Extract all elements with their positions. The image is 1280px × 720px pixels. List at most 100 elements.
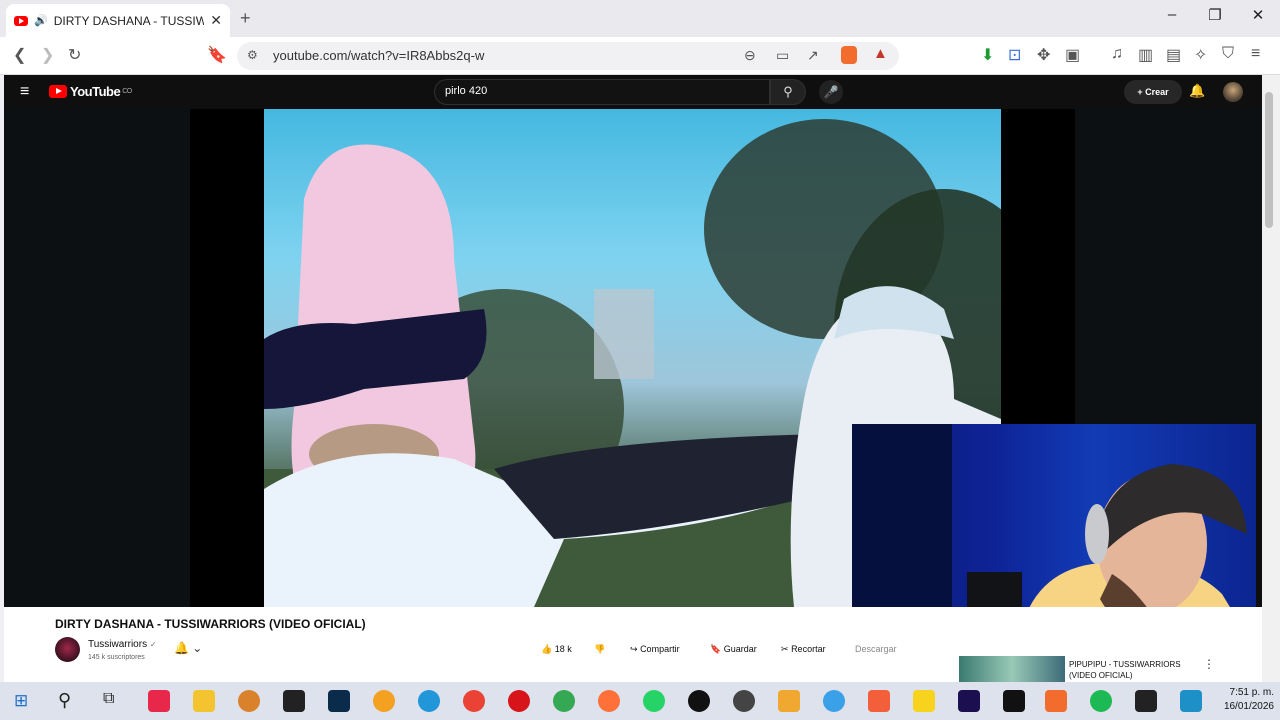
scissors-icon: ✂ — [781, 644, 789, 654]
chrome-icon-2[interactable] — [553, 690, 575, 712]
media-icon[interactable]: ♫ — [1111, 45, 1123, 63]
app-icon-4[interactable] — [823, 690, 845, 712]
file-explorer-icon[interactable] — [193, 690, 215, 712]
clock-date: 16/01/2026 — [1223, 701, 1274, 712]
scrollbar-thumb[interactable] — [1265, 92, 1273, 228]
extensions-icon[interactable]: ✥ — [1037, 45, 1050, 65]
back-icon[interactable]: ❮ — [13, 45, 26, 65]
voice-search-icon[interactable]: 🎤 — [819, 80, 843, 104]
restore-button[interactable]: ❐ — [1200, 6, 1230, 24]
account-avatar[interactable] — [1223, 82, 1243, 102]
create-button[interactable]: + Crear — [1124, 80, 1182, 104]
save-button[interactable]: 🔖 Guardar — [710, 644, 757, 655]
search-button[interactable]: ⚲ — [770, 79, 806, 105]
speaker-icon[interactable]: 🔊 — [34, 14, 48, 27]
leo-ai-icon[interactable]: ✧ — [1194, 45, 1207, 65]
forward-icon[interactable]: ❯ — [41, 45, 54, 65]
recommended-title-line1: PIPUPIPU - TUSSIWARRIORS — [1069, 660, 1181, 669]
channel-name-text[interactable]: Tussiwarriors — [88, 639, 147, 650]
search-input[interactable]: pirlo 420 — [434, 79, 770, 105]
channel-avatar[interactable] — [55, 637, 80, 662]
subscription-bell-button[interactable]: 🔔 ⌄ — [174, 641, 202, 655]
app-icon-2[interactable] — [688, 690, 710, 712]
reload-icon[interactable]: ↻ — [68, 45, 81, 65]
edge-icon[interactable] — [418, 690, 440, 712]
recommended-title-line2: (VIDEO OFICIAL) — [1069, 671, 1133, 680]
app-icon-6[interactable] — [1180, 690, 1202, 712]
youtube-logo[interactable]: YouTube CO — [49, 84, 132, 99]
verified-icon: ✓ — [149, 640, 157, 649]
recommended-title[interactable]: PIPUPIPU - TUSSIWARRIORS (VIDEO OFICIAL) — [1069, 659, 1181, 681]
recommended-thumbnail[interactable] — [959, 656, 1065, 682]
close-window-button[interactable]: ✕ — [1243, 6, 1273, 24]
share-icon[interactable]: ↗ — [807, 47, 819, 64]
dislike-button[interactable]: 👎 — [594, 644, 605, 655]
dislike-icon: 👎 — [594, 644, 606, 654]
ambient-left — [4, 109, 190, 607]
like-count: 18 k — [554, 644, 572, 654]
new-tab-button[interactable]: + — [240, 8, 251, 29]
app-icon-3[interactable] — [778, 690, 800, 712]
spotify-icon[interactable] — [1090, 690, 1112, 712]
brave-icon[interactable] — [1045, 690, 1067, 712]
wallet-icon[interactable]: ▤ — [1166, 45, 1181, 65]
cast-icon[interactable]: ▭ — [776, 47, 789, 64]
notifications-icon[interactable]: 🔔 — [1189, 83, 1205, 99]
youtube-logo-text: YouTube — [70, 84, 121, 99]
tab-title: DIRTY DASHANA - TUSSIWARRIORS — [53, 13, 205, 28]
download-button[interactable]: Descargar — [855, 644, 897, 654]
hamburger-menu-icon[interactable]: ≡ — [20, 83, 29, 101]
search-icon[interactable]: ⚲ — [58, 690, 71, 711]
subscriber-count: 145 k suscriptores — [88, 654, 145, 661]
vpn-icon[interactable]: ⛉ — [1222, 45, 1234, 63]
task-view-icon[interactable]: ⧉ — [103, 690, 114, 708]
firefox-icon[interactable] — [598, 690, 620, 712]
address-bar[interactable]: ⚙ youtube.com/watch?v=IR8Abbs2q-w ⊖ ▭ ↗ … — [237, 42, 899, 70]
bookmark-icon[interactable]: 🔖 — [207, 45, 227, 65]
opera-icon[interactable] — [508, 690, 530, 712]
more-options-icon[interactable]: ⋮ — [1203, 657, 1215, 671]
app-icon-1[interactable] — [373, 690, 395, 712]
download-label: Descargar — [855, 644, 897, 654]
zoom-icon[interactable]: ⊖ — [744, 47, 756, 64]
app-icon-5[interactable] — [868, 690, 890, 712]
url-text[interactable]: youtube.com/watch?v=IR8Abbs2q-w — [273, 48, 484, 63]
share-button[interactable]: ↪ Compartir — [630, 644, 680, 655]
whatsapp-icon[interactable] — [643, 690, 665, 712]
translate-icon[interactable]: ⊡ — [1008, 45, 1021, 65]
brave-shields-icon[interactable] — [841, 46, 857, 64]
system-clock[interactable]: 7:51 p. m. 16/01/2026 — [1218, 686, 1274, 714]
fl-studio-icon[interactable] — [238, 690, 260, 712]
sidebar-icon[interactable]: ▥ — [1138, 45, 1153, 65]
download-icon[interactable]: ⬇ — [981, 45, 994, 65]
site-info-icon[interactable]: ⚙ — [247, 48, 258, 62]
sticky-notes-icon[interactable] — [913, 690, 935, 712]
tiktok-icon[interactable] — [1003, 690, 1025, 712]
clock-time: 7:51 p. m. — [1229, 687, 1274, 698]
menu-icon[interactable]: ≡ — [1251, 45, 1260, 63]
create-label: Crear — [1145, 87, 1169, 97]
minimize-button[interactable]: – — [1157, 6, 1187, 23]
title-bar: 🔊 DIRTY DASHANA - TUSSIWARRIORS ✕ + – ❐ … — [0, 0, 1280, 37]
close-tab-icon[interactable]: ✕ — [210, 12, 222, 29]
youtube-play-icon — [49, 85, 67, 98]
obs-icon[interactable] — [733, 690, 755, 712]
share-arrow-icon: ↪ — [630, 644, 638, 654]
audition-icon[interactable] — [958, 690, 980, 712]
brave-rewards-icon[interactable]: ▲ — [873, 45, 888, 62]
start-icon[interactable]: ⊞ — [14, 691, 28, 711]
channel-name[interactable]: Tussiwarriors ✓ — [88, 639, 157, 650]
tab-search-icon[interactable]: ▣ — [1065, 45, 1080, 65]
photoshop-icon[interactable] — [328, 690, 350, 712]
save-label: Guardar — [723, 644, 757, 654]
capcut-icon[interactable] — [283, 690, 305, 712]
clip-button[interactable]: ✂ Recortar — [781, 644, 826, 655]
search-icon: ⚲ — [783, 84, 793, 99]
youtube-page: ≡ YouTube CO pirlo 420 ⚲ 🎤 + Crear 🔔 DIR… — [4, 75, 1262, 682]
chrome-icon-1[interactable] — [463, 690, 485, 712]
country-code: CO — [122, 88, 132, 95]
tiktok-studio-icon[interactable] — [148, 690, 170, 712]
capcut-icon-2[interactable] — [1135, 690, 1157, 712]
browser-tab[interactable]: 🔊 DIRTY DASHANA - TUSSIWARRIORS ✕ — [6, 4, 230, 37]
like-button[interactable]: 👍 18 k — [541, 644, 572, 655]
